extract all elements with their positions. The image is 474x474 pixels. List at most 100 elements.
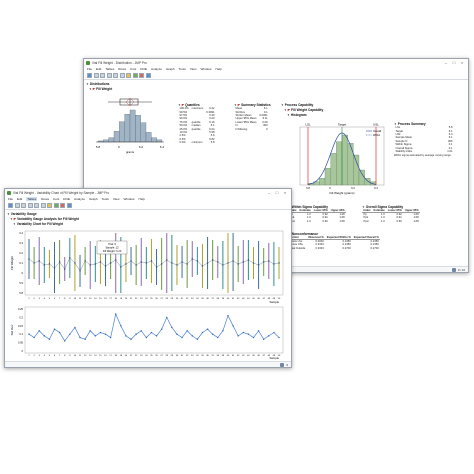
close-icon[interactable]: × — [458, 60, 466, 65]
disclosure-icon[interactable]: ▼ — [89, 87, 92, 91]
std-dev-point[interactable] — [166, 316, 168, 319]
std-dev-point[interactable] — [273, 331, 275, 334]
std-dev-point[interactable] — [211, 333, 214, 335]
disclosure-icon[interactable]: ▼ — [86, 82, 89, 86]
red-triangle-menu-icon[interactable]: ◤ — [182, 103, 184, 107]
std-dev-point[interactable] — [38, 330, 40, 332]
std-dev-point[interactable] — [104, 333, 107, 335]
menu-cols[interactable]: Cols — [53, 197, 59, 201]
menu-window[interactable]: Window — [200, 67, 211, 71]
var-titlebar[interactable]: Vial Fill Weight - Variability Chart of … — [5, 189, 291, 196]
disclosure-icon[interactable]: ▼ — [284, 108, 287, 112]
cut-icon[interactable] — [106, 73, 112, 78]
disclosure-icon[interactable]: ▼ — [394, 122, 397, 126]
std-dev-point[interactable] — [53, 328, 56, 330]
std-dev-point[interactable] — [155, 335, 158, 337]
menu-cols[interactable]: Cols — [130, 67, 136, 71]
menu-edit[interactable]: Edit — [96, 67, 101, 71]
std-dev-point[interactable] — [232, 325, 234, 327]
std-dev-point[interactable] — [257, 330, 260, 332]
menu-help[interactable]: Help — [216, 67, 222, 71]
menu-tools[interactable]: Tools — [102, 197, 109, 201]
disclosure-icon[interactable]: ▼ — [13, 222, 16, 226]
red-triangle-menu-icon[interactable]: ◤ — [288, 108, 290, 112]
std-dev-point[interactable] — [69, 333, 71, 335]
std-dev-point[interactable] — [33, 336, 35, 339]
red-triangle-menu-icon[interactable]: ◤ — [93, 87, 95, 91]
std-dev-point[interactable] — [268, 335, 270, 337]
menu-doe[interactable]: DOE — [63, 197, 70, 201]
run-icon[interactable] — [53, 203, 59, 208]
home-icon[interactable] — [145, 73, 151, 78]
menu-view[interactable]: View — [113, 197, 120, 201]
chart-header[interactable]: ▼ Variability Chart for Fill Weight — [13, 221, 79, 226]
red-triangle-menu-icon[interactable]: ◤ — [238, 103, 240, 107]
std-dev-point[interactable] — [130, 338, 132, 340]
std-dev-point[interactable] — [99, 331, 102, 334]
stop-icon[interactable] — [139, 73, 144, 78]
std-dev-point[interactable] — [135, 333, 137, 335]
new-table-icon[interactable] — [87, 73, 92, 78]
disclosure-icon[interactable]: ▼ — [234, 103, 237, 107]
std-dev-point[interactable] — [150, 331, 153, 334]
disclosure-icon[interactable]: ▼ — [281, 103, 284, 107]
copy-icon[interactable] — [113, 73, 118, 78]
disclosure-icon[interactable]: ▼ — [287, 113, 290, 117]
menu-tables[interactable]: Tables — [105, 67, 114, 71]
disclosure-icon[interactable]: ▼ — [362, 205, 365, 209]
cut-icon[interactable] — [27, 203, 33, 208]
std-dev-point[interactable] — [222, 330, 224, 332]
maximize-icon[interactable]: □ — [273, 190, 281, 195]
std-dev-point[interactable] — [115, 313, 117, 315]
std-dev-point[interactable] — [186, 330, 188, 332]
menu-view[interactable]: View — [190, 67, 197, 71]
std-dev-point[interactable] — [160, 328, 163, 330]
std-dev-point[interactable] — [171, 326, 173, 329]
std-dev-point[interactable] — [140, 330, 142, 332]
std-dev-point[interactable] — [196, 338, 199, 340]
menu-edit[interactable]: Edit — [17, 197, 22, 201]
menu-window[interactable]: Window — [123, 197, 134, 201]
std-dev-point[interactable] — [48, 338, 51, 340]
menu-graph[interactable]: Graph — [166, 67, 175, 71]
std-dev-point[interactable] — [176, 333, 178, 335]
tip-icon[interactable] — [126, 73, 131, 78]
std-dev-point[interactable] — [94, 335, 97, 337]
menu-tools[interactable]: Tools — [179, 67, 186, 71]
maximize-icon[interactable]: □ — [450, 60, 458, 65]
std-dev-point[interactable] — [217, 336, 219, 339]
menu-help[interactable]: Help — [139, 197, 145, 201]
std-dev-point[interactable] — [181, 336, 183, 339]
std-dev-point[interactable] — [252, 336, 255, 339]
std-dev-point[interactable] — [28, 333, 30, 335]
std-dev-point[interactable] — [120, 325, 122, 327]
std-dev-point[interactable] — [125, 335, 127, 337]
minimize-icon[interactable]: – — [442, 60, 450, 65]
std-dev-point[interactable] — [109, 336, 112, 339]
save-icon[interactable] — [100, 73, 105, 78]
disclosure-icon[interactable]: ▼ — [7, 212, 10, 216]
menu-file[interactable]: File — [8, 197, 13, 201]
std-dev-point[interactable] — [64, 340, 66, 342]
grid-icon[interactable] — [280, 362, 285, 367]
fill-weight-header[interactable]: ▼ ◤ Fill Weight — [89, 86, 466, 91]
save-icon[interactable] — [21, 203, 26, 208]
std-dev-point[interactable] — [262, 338, 265, 340]
grid-icon[interactable] — [452, 267, 456, 272]
menu-doe[interactable]: DOE — [140, 67, 147, 71]
menu-tables[interactable]: Tables — [26, 197, 38, 201]
std-dev-point[interactable] — [145, 336, 148, 339]
dist-titlebar[interactable]: Vial Fill Weight - Distribution - JMP Pr… — [84, 59, 468, 66]
disclosure-icon[interactable]: ▼ — [178, 103, 181, 107]
std-dev-point[interactable] — [201, 331, 204, 334]
disclosure-icon[interactable]: ▼ — [10, 217, 13, 221]
std-dev-point[interactable] — [84, 338, 86, 340]
red-triangle-menu-icon[interactable]: ◤ — [14, 217, 16, 221]
std-dev-point[interactable] — [237, 335, 239, 337]
std-dev-point[interactable] — [89, 330, 91, 332]
paste-icon[interactable] — [40, 203, 46, 208]
close-icon[interactable]: × — [281, 190, 289, 195]
std-dev-point[interactable] — [74, 326, 76, 329]
minimize-icon[interactable]: – — [265, 190, 273, 195]
std-dev-point[interactable] — [278, 336, 280, 339]
